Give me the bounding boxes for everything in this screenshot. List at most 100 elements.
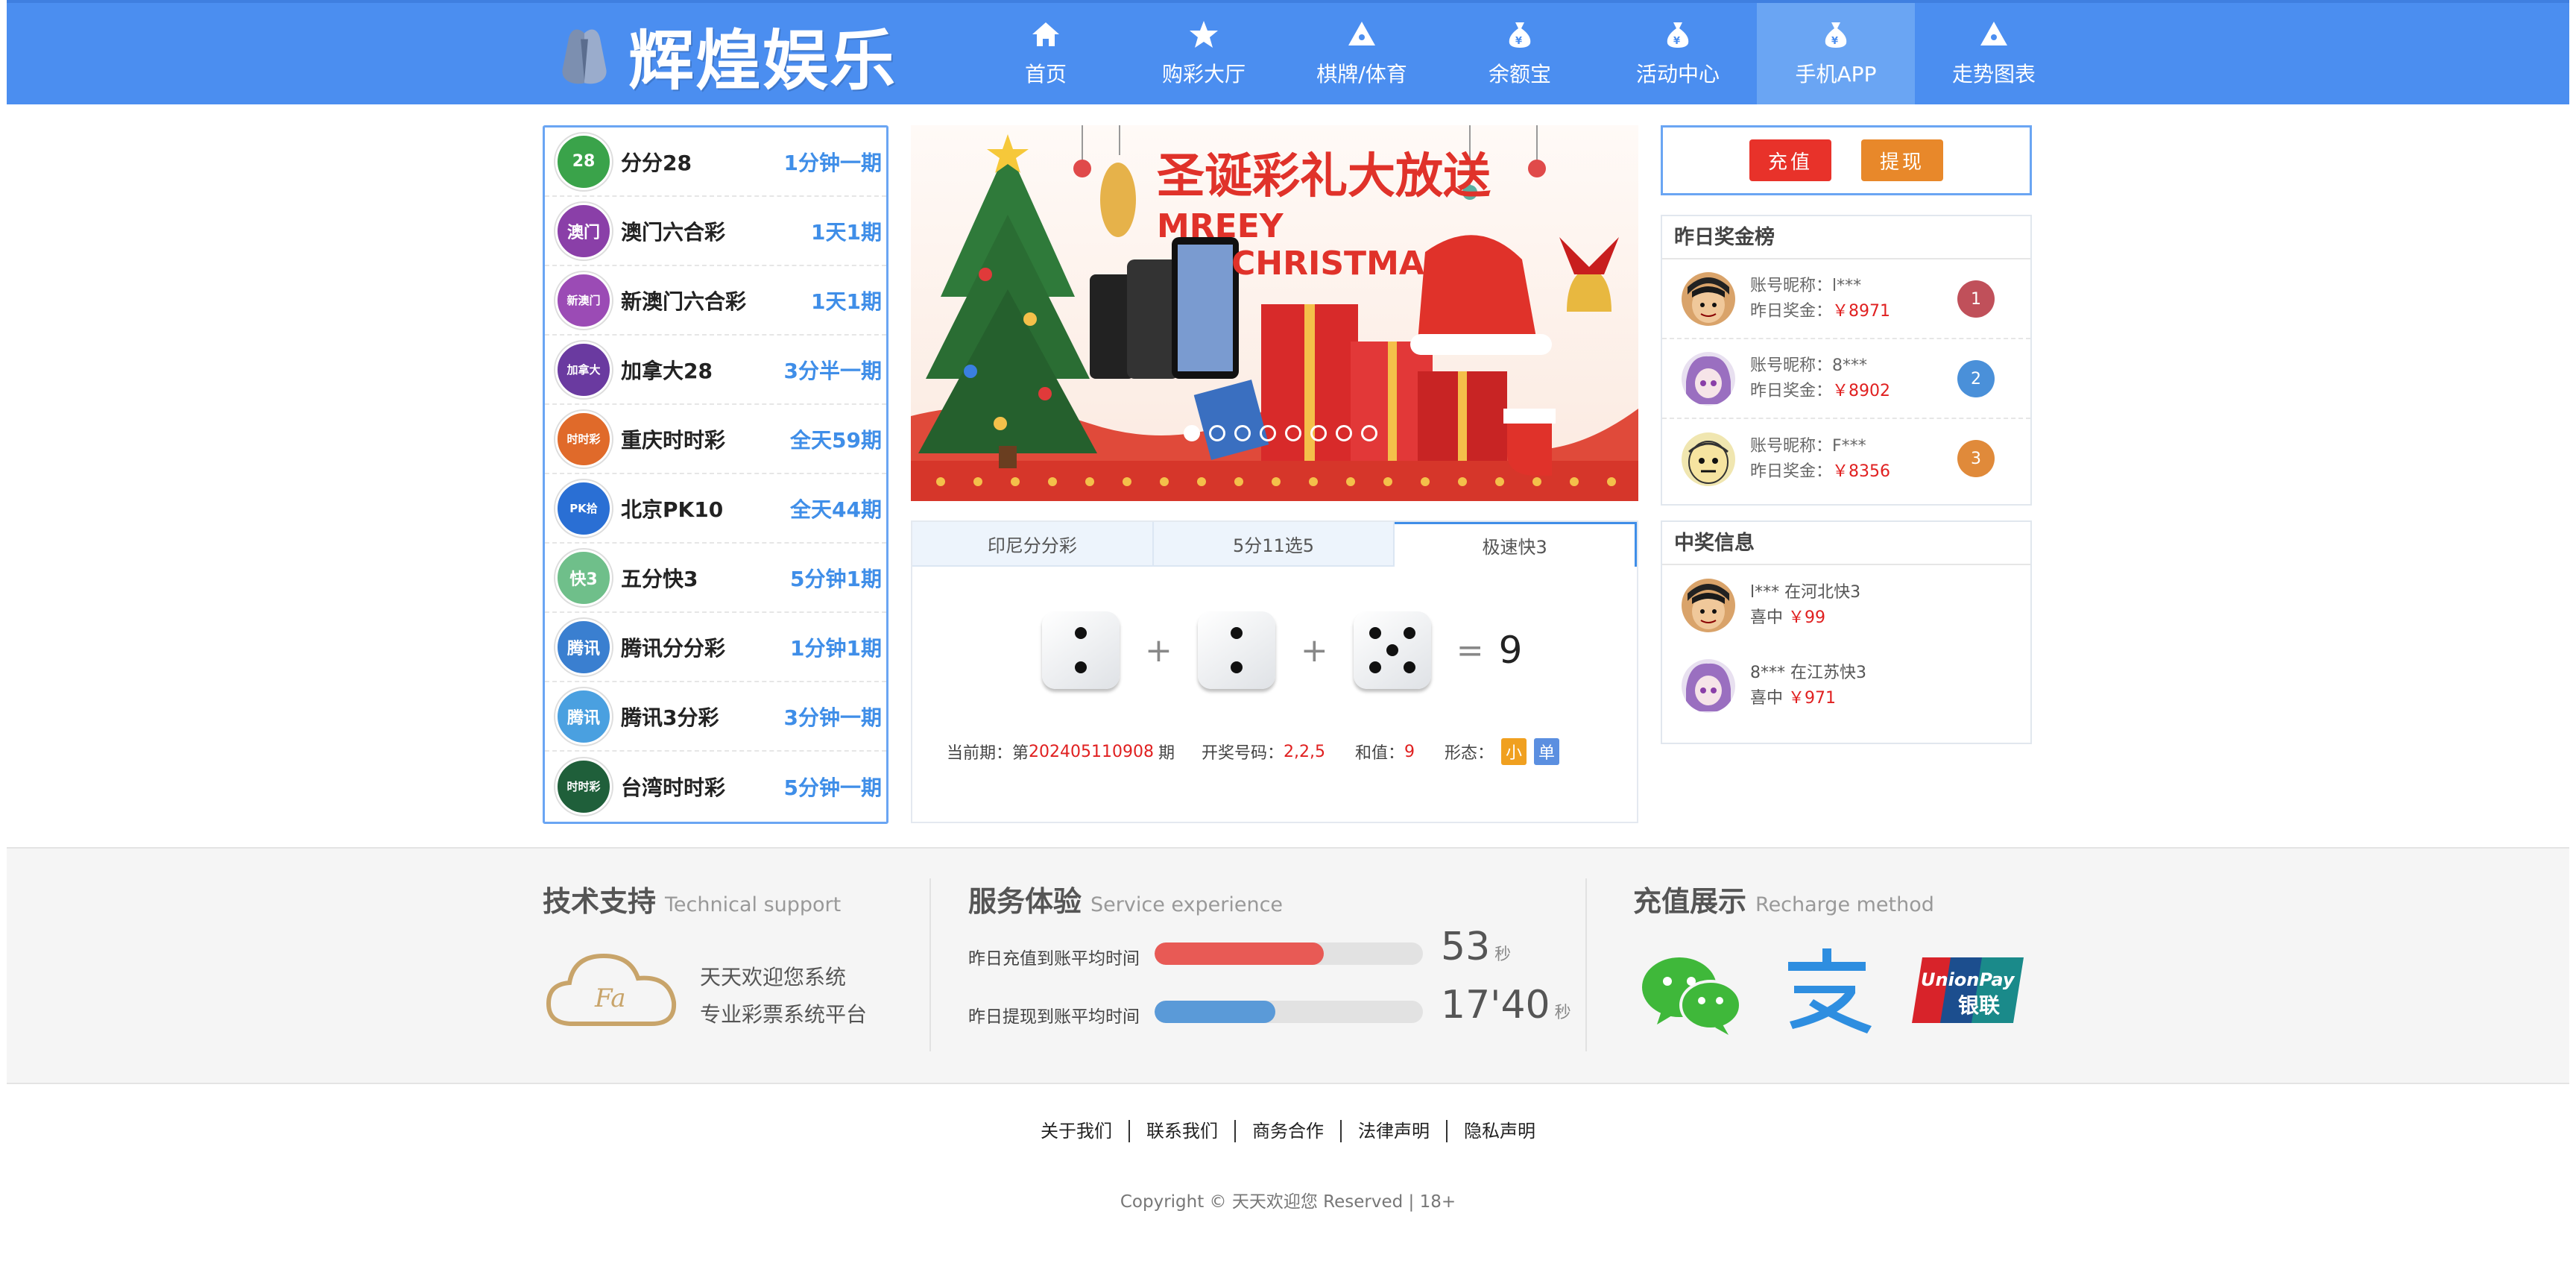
- support-title-text: 技术支持: [543, 885, 657, 918]
- lottery-result-panel: 印尼分分彩 5分11选5 极速快3 + + = 9 当前期：第 2024051109…: [911, 520, 1638, 823]
- rank-text: 账号昵称：F*** 昨日奖金：￥8356: [1750, 434, 1890, 485]
- sum-value: 9: [1404, 742, 1415, 761]
- nav-item-1[interactable]: 首页: [967, 3, 1125, 104]
- lottery-badge-icon: 澳门: [555, 202, 612, 259]
- lottery-item[interactable]: 快3 五分快3 5分钟1期: [545, 544, 886, 613]
- lottery-item[interactable]: PK拾 北京PK10 全天44期: [545, 474, 886, 544]
- die-pip: [1403, 627, 1415, 640]
- info-band: 技术支持 Technical support Fa 天天欢迎您系统 专业彩票系统平…: [7, 847, 2569, 1084]
- carousel-dot[interactable]: [1336, 425, 1352, 441]
- nick-value: 8***: [1832, 356, 1868, 375]
- service-subtitle: Service experience: [1090, 893, 1284, 916]
- carousel-dot[interactable]: [1260, 425, 1276, 441]
- lottery-name: 新澳门六合彩: [621, 289, 747, 314]
- footer-link[interactable]: 隐私声明: [1448, 1120, 1552, 1142]
- withdraw-button[interactable]: 提现: [1861, 139, 1943, 181]
- site-logo[interactable]: 辉煌娱乐: [548, 13, 897, 99]
- lottery-item[interactable]: 澳门 澳门六合彩 1天1期: [545, 197, 886, 266]
- lottery-name: 腾讯3分彩: [621, 705, 719, 730]
- lottery-period: 5分钟一期: [783, 775, 882, 800]
- period-number: 202405110908: [1029, 742, 1154, 761]
- result-tabs: 印尼分分彩 5分11选5 极速快3: [912, 522, 1638, 567]
- result-info: 当前期：第 202405110908 期 开奖号码： 2,2,5 和值： 9 形…: [947, 738, 1560, 765]
- lottery-item[interactable]: 28 分分28 1分钟一期: [545, 128, 886, 197]
- bonus-label: 昨日奖金：: [1750, 381, 1833, 400]
- period-label: 当前期：第: [947, 744, 1029, 763]
- lottery-name: 腾讯分分彩: [621, 635, 726, 661]
- promo-banner[interactable]: 圣诞彩礼大放送 MREEY CHRISTMAS: [911, 125, 1638, 501]
- carousel-dot[interactable]: [1361, 425, 1377, 441]
- lottery-period: 5分钟1期: [790, 566, 882, 591]
- footer-links: 关于我们 联系我们 商务合作 法律声明 隐私声明: [0, 1120, 2576, 1142]
- lottery-badge-icon: 快3: [555, 549, 612, 606]
- result-tab[interactable]: 5分11选5: [1153, 522, 1395, 567]
- service-metric-label: 昨日提现到账平均时间: [968, 1007, 1140, 1027]
- brand-name: 辉煌娱乐: [628, 22, 897, 99]
- lottery-item[interactable]: 加拿大 加拿大28 3分半一期: [545, 336, 886, 405]
- nav-item-5[interactable]: ¥ 活动中心: [1599, 3, 1757, 104]
- lottery-badge-icon: 时时彩: [555, 758, 612, 815]
- win-text: l*** 在河北快3 喜中 ￥99: [1750, 580, 1860, 631]
- bonus-line: 昨日奖金：￥8971: [1750, 299, 1890, 324]
- recharge-subtitle: Recharge method: [1755, 893, 1934, 916]
- lottery-item[interactable]: 新澳门 新澳门六合彩 1天1期: [545, 266, 886, 336]
- lottery-badge-icon: 新澳门: [555, 271, 612, 329]
- bonus-rank-title: 昨日奖金榜: [1662, 216, 2030, 259]
- carousel-dot[interactable]: [1184, 425, 1200, 441]
- die-pip: [1230, 661, 1243, 673]
- avatar: [1682, 271, 1735, 326]
- nick-line: 账号昵称：l***: [1750, 274, 1890, 299]
- win-amount: ￥971: [1788, 689, 1837, 708]
- deposit-button[interactable]: 充值: [1749, 139, 1831, 181]
- nav-item-7[interactable]: 走势图表: [1915, 3, 2073, 104]
- support-title: 技术支持 Technical support: [543, 878, 841, 919]
- metric-number: 53: [1441, 925, 1491, 969]
- bonus-label: 昨日奖金：: [1750, 462, 1833, 481]
- lottery-item[interactable]: 时时彩 重庆时时彩 全天59期: [545, 405, 886, 474]
- divider: [1585, 878, 1587, 1051]
- lottery-name: 重庆时时彩: [621, 427, 726, 453]
- unionpay-icon: UnionPay 银联: [1912, 957, 2024, 1023]
- support-text: 天天欢迎您系统 专业彩票系统平台: [700, 959, 867, 1033]
- nick-label: 账号昵称：: [1750, 436, 1833, 456]
- nav-item-2[interactable]: 购彩大厅: [1125, 3, 1283, 104]
- win-row: 8*** 在江苏快3 喜中 ￥971: [1662, 646, 2030, 726]
- result-tab[interactable]: 极速快3: [1395, 522, 1638, 567]
- nav-label: 活动中心: [1635, 62, 1720, 86]
- lottery-badge-icon: 28: [555, 133, 612, 190]
- rank-row: 账号昵称：F*** 昨日奖金：￥8356 3: [1662, 419, 2030, 499]
- nav-item-3[interactable]: 棋牌/体育: [1283, 3, 1441, 104]
- nav-item-4[interactable]: ¥ 余额宝: [1441, 3, 1599, 104]
- banner-line1: MREEY: [1157, 207, 1284, 245]
- carousel-dot[interactable]: [1310, 425, 1327, 441]
- recharge-title-text: 充值展示: [1633, 885, 1747, 918]
- support-line-2: 专业彩票系统平台: [700, 1002, 868, 1027]
- footer-link[interactable]: 法律声明: [1342, 1120, 1448, 1142]
- nick-line: 账号昵称：F***: [1750, 434, 1890, 459]
- lottery-name: 分分28: [621, 150, 692, 175]
- result-tab[interactable]: 印尼分分彩: [912, 522, 1154, 567]
- carousel-dot[interactable]: [1285, 425, 1301, 441]
- footer-link[interactable]: 商务合作: [1236, 1120, 1342, 1142]
- divider: [929, 878, 931, 1051]
- nav-label: 首页: [1024, 62, 1067, 86]
- service-progress-bar: [1155, 942, 1423, 965]
- carousel-dot[interactable]: [1209, 425, 1225, 441]
- win-who: l*** 在河北快3: [1750, 583, 1861, 602]
- dice-sum: 9: [1498, 629, 1523, 672]
- avatar: [1682, 659, 1735, 713]
- period-suffix: 期: [1158, 744, 1175, 763]
- die-2: [1197, 611, 1275, 689]
- footer-link[interactable]: 联系我们: [1130, 1120, 1236, 1142]
- lottery-item[interactable]: 时时彩 台湾时时彩 5分钟一期: [545, 752, 886, 821]
- lottery-item[interactable]: 腾讯 腾讯分分彩 1分钟1期: [545, 613, 886, 682]
- lottery-item[interactable]: 腾讯 腾讯3分彩 3分钟一期: [545, 682, 886, 752]
- lottery-period: 3分半一期: [783, 358, 882, 383]
- service-progress-fill: [1155, 1001, 1275, 1023]
- money-bag-icon: ¥: [1663, 19, 1693, 58]
- die-pip: [1368, 627, 1381, 640]
- footer-link[interactable]: 关于我们: [1024, 1120, 1130, 1142]
- shape-tag: 单: [1534, 738, 1560, 765]
- nav-item-6[interactable]: ¥ 手机APP: [1757, 3, 1915, 104]
- carousel-dot[interactable]: [1234, 425, 1251, 441]
